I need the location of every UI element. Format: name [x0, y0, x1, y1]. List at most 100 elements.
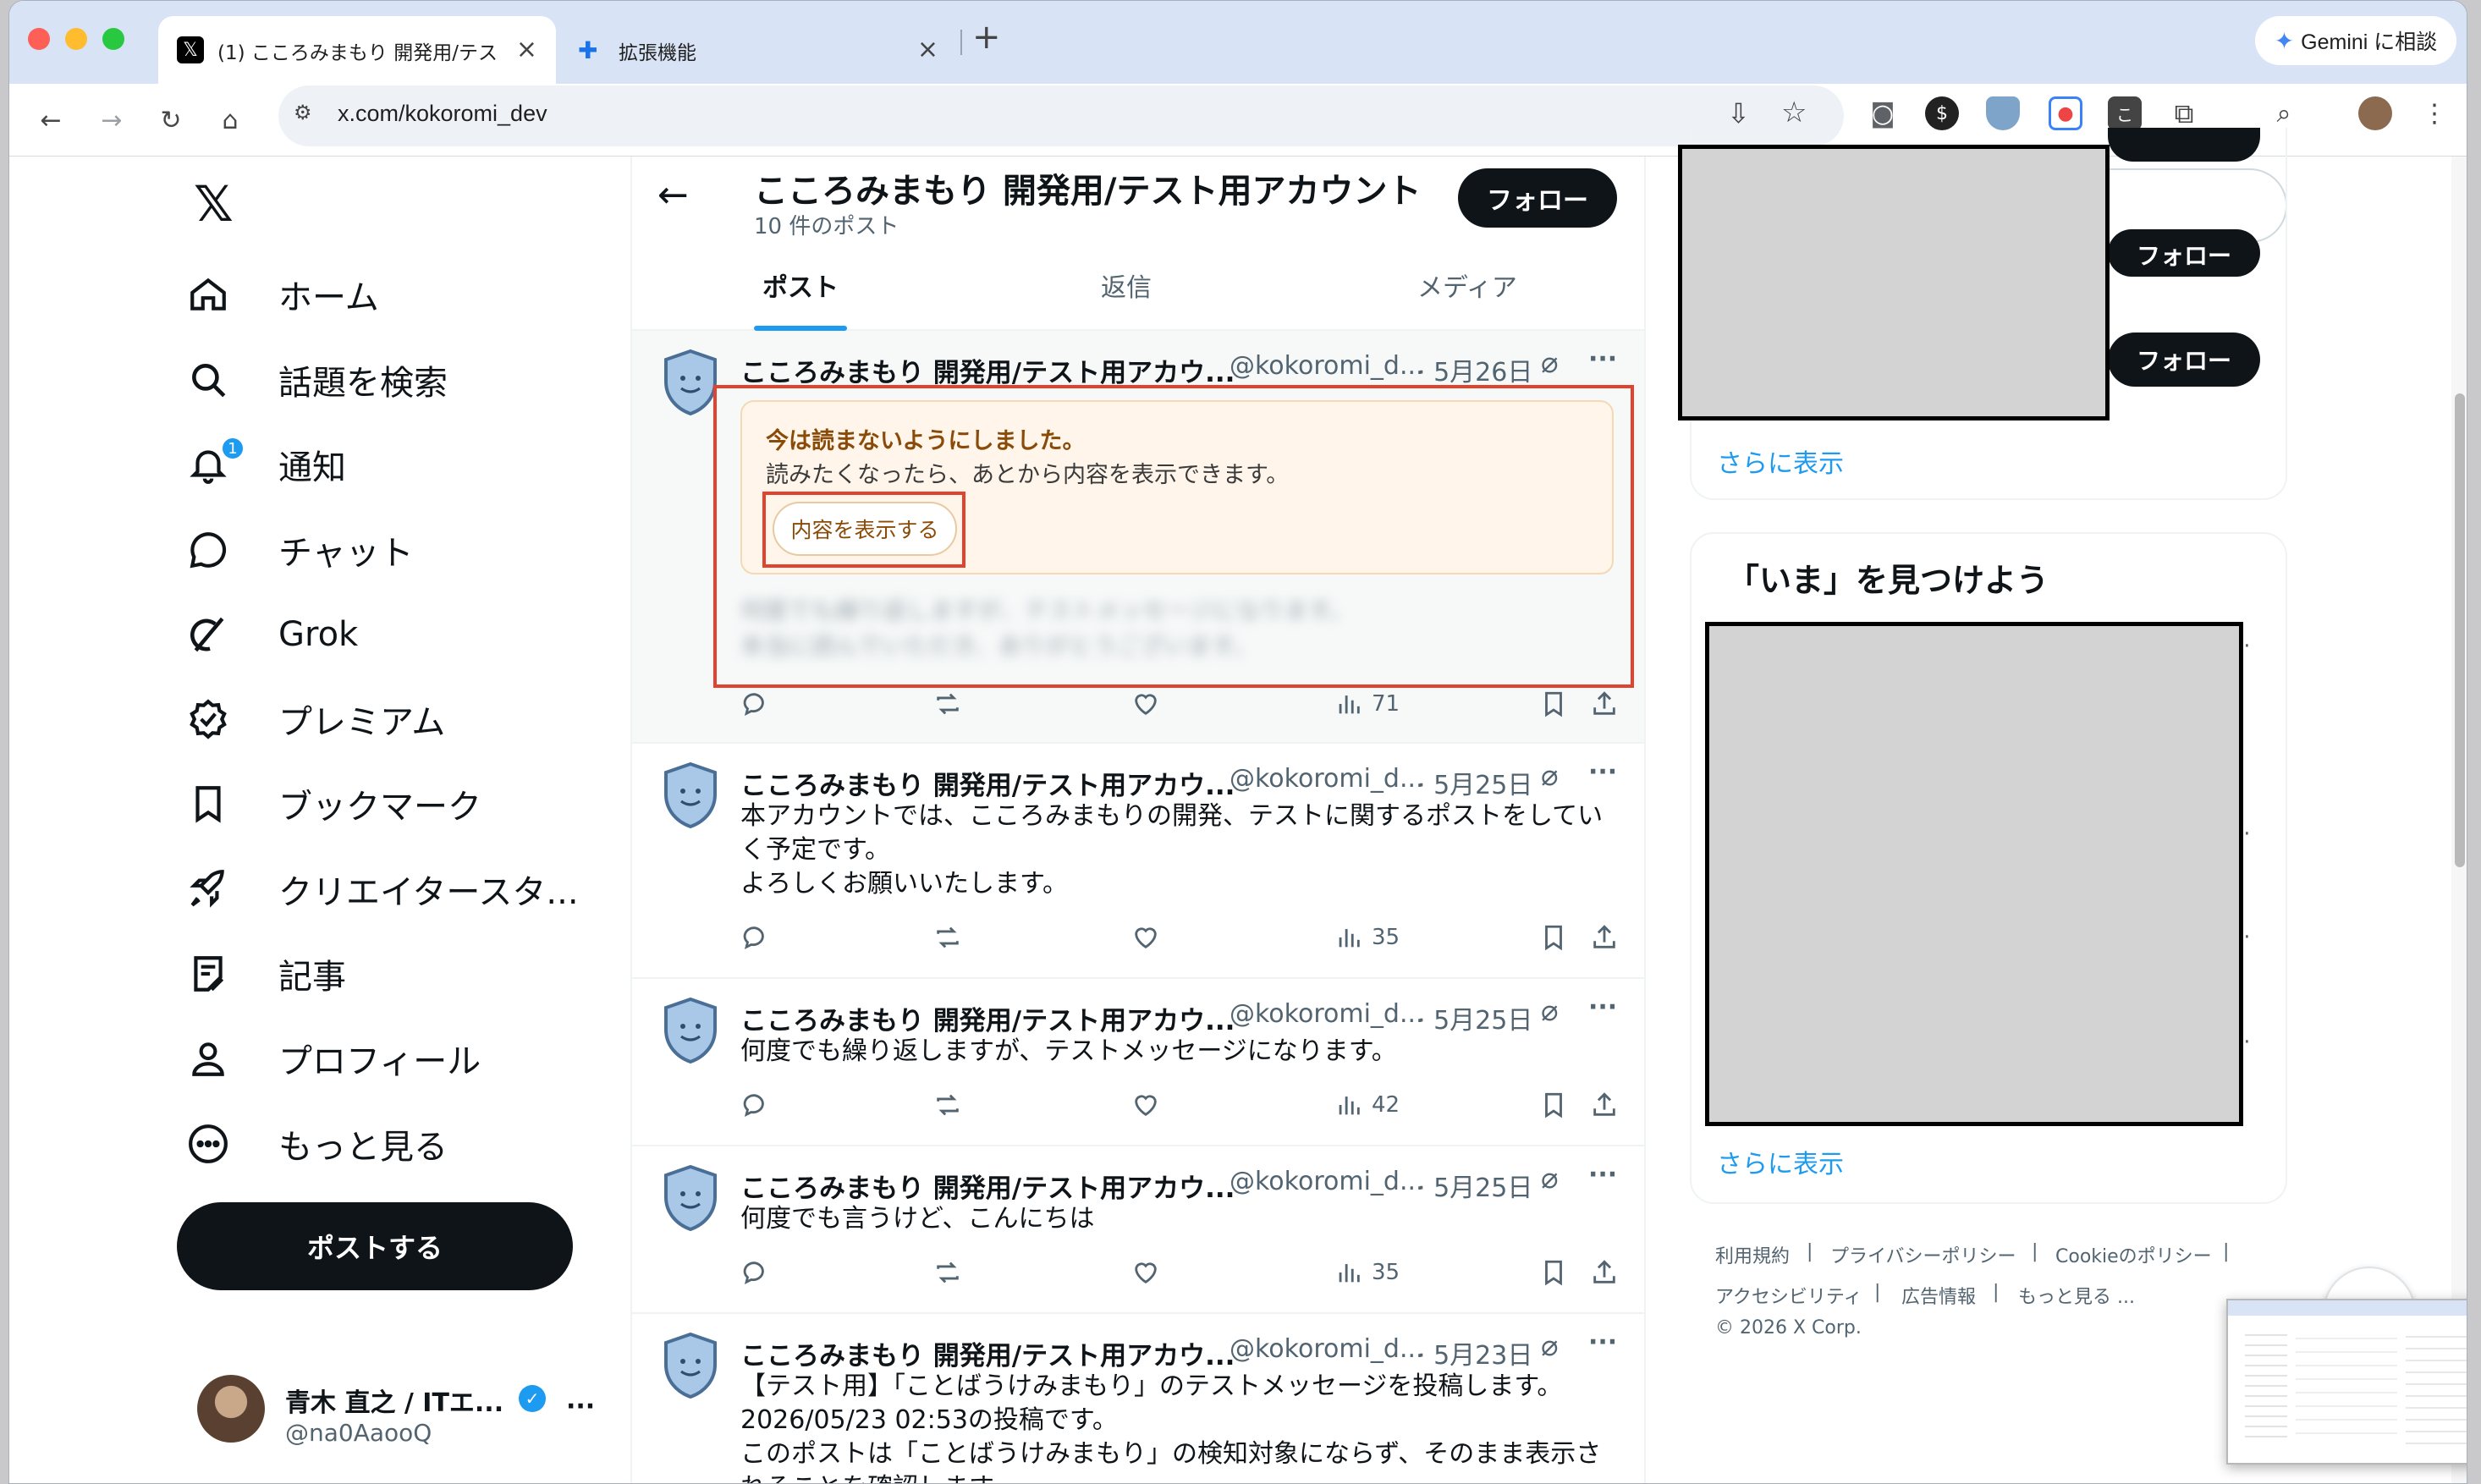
repost-icon[interactable] — [933, 1258, 962, 1287]
bookmark-tweet-icon[interactable] — [1539, 1258, 1568, 1287]
grok-tweet-icon[interactable]: ⌀ — [1541, 1162, 1558, 1195]
follow-button-partial[interactable]: フォロー — [2108, 229, 2260, 277]
repost-icon[interactable] — [933, 923, 962, 952]
tweet[interactable]: こころみまもり 開発用/テスト用アカウ... @kokoromi_d... · … — [632, 1146, 1644, 1314]
install-app-icon[interactable]: ⇩ — [1727, 97, 1750, 129]
maximize-window-button[interactable] — [102, 28, 124, 50]
site-info-icon[interactable]: ⚙ — [294, 101, 324, 131]
tweet-author-name[interactable]: こころみまもり 開発用/テスト用アカウ... — [740, 351, 1235, 389]
repost-icon[interactable] — [933, 690, 962, 718]
money-extension-icon[interactable]: $ — [1925, 96, 1959, 130]
grok-tweet-icon[interactable]: ⌀ — [1541, 346, 1558, 380]
browser-menu-icon[interactable]: ⋮ — [2418, 96, 2451, 130]
page-scrollbar[interactable] — [2451, 157, 2467, 1483]
tweet-author-name[interactable]: こころみまもり 開発用/テスト用アカウ... — [740, 1334, 1235, 1372]
bookmark-star-icon[interactable]: ☆ — [1781, 96, 1807, 129]
grok-tweet-icon[interactable]: ⌀ — [1541, 1329, 1558, 1363]
like-icon[interactable] — [1131, 690, 1160, 718]
nav-item-creator-studio[interactable]: クリエイタースタ... — [187, 860, 579, 919]
tweet-handle[interactable]: @kokoromi_d... — [1229, 1334, 1424, 1364]
tweet-handle[interactable]: @kokoromi_d... — [1229, 1167, 1424, 1196]
tweet-more-icon[interactable]: ··· — [1588, 344, 1617, 374]
tab-search-icon[interactable]: ⌕ — [2267, 96, 2301, 130]
footer-link[interactable]: 広告情報 — [1901, 1282, 1976, 1309]
back-icon[interactable]: ← — [28, 97, 74, 143]
footer-link[interactable]: アクセシビリティ — [1715, 1282, 1862, 1309]
follow-button-partial-top[interactable] — [2108, 128, 2260, 162]
camera-extension-icon[interactable]: ◙ — [1866, 96, 1900, 130]
tweet-date[interactable]: · 5月26日 — [1417, 351, 1532, 388]
tweet-handle[interactable]: @kokoromi_d... — [1229, 351, 1424, 381]
record-extension-icon[interactable]: ● — [2049, 96, 2082, 130]
browser-profile-avatar[interactable] — [2358, 96, 2392, 130]
nav-item-chat[interactable]: チャット — [187, 520, 414, 580]
reload-icon[interactable]: ↻ — [148, 97, 194, 143]
repost-icon[interactable] — [933, 1091, 962, 1119]
back-arrow-icon[interactable]: ← — [657, 173, 689, 217]
reply-icon[interactable] — [740, 1258, 769, 1287]
nav-item-explore[interactable]: 話題を検索 — [187, 350, 448, 409]
gemini-button[interactable]: ✦ Gemini に相談 — [2255, 16, 2456, 65]
tweet-more-icon[interactable]: ··· — [1588, 1327, 1617, 1357]
nav-item-home[interactable]: ホーム — [187, 265, 379, 324]
post-button[interactable]: ポストする — [177, 1202, 573, 1290]
tab-media[interactable]: メディア — [1307, 250, 1644, 331]
tweet-author-name[interactable]: こころみまもり 開発用/テスト用アカウ... — [740, 764, 1235, 802]
share-icon[interactable] — [1590, 1258, 1619, 1287]
views-stat[interactable]: 35 — [1334, 1258, 1400, 1287]
tab-extensions[interactable]: ✚ 拡張機能 × — [559, 16, 957, 84]
views-stat[interactable]: 42 — [1334, 1091, 1400, 1119]
nav-item-premium[interactable]: プレミアム — [187, 690, 445, 749]
tweet-more-icon[interactable]: ··· — [1588, 992, 1617, 1022]
account-switcher[interactable]: 青木 直之 / ITエ... ✓ @na0AaooQ ··· — [187, 1363, 610, 1448]
tweet-handle[interactable]: @kokoromi_d... — [1229, 999, 1424, 1029]
share-icon[interactable] — [1590, 1091, 1619, 1119]
footer-link[interactable]: プライバシーポリシー — [1830, 1241, 2016, 1268]
share-icon[interactable] — [1590, 690, 1619, 718]
x-logo-icon[interactable]: 𝕏 — [194, 175, 234, 233]
nav-item-bookmarks[interactable]: ブックマーク — [187, 774, 481, 833]
show-content-button[interactable]: 内容を表示する — [773, 502, 957, 556]
tweet-date[interactable]: · 5月25日 — [1417, 1167, 1532, 1204]
tweet-hidden[interactable]: こころみまもり 開発用/テスト用アカウ... @kokoromi_d... · … — [632, 331, 1644, 744]
share-icon[interactable] — [1590, 923, 1619, 952]
nav-item-notifications[interactable]: 1 通知 — [187, 435, 346, 494]
tab-x-profile[interactable]: 𝕏 (1) こころみまもり 開発用/テスト × — [158, 16, 556, 84]
show-more-link[interactable]: さらに表示 — [1717, 1143, 1844, 1180]
tweet[interactable]: こころみまもり 開発用/テスト用アカウ... @kokoromi_d... · … — [632, 744, 1644, 979]
minimize-window-button[interactable] — [65, 28, 87, 50]
footer-link[interactable]: もっと見る ... — [2018, 1282, 2135, 1309]
bookmark-tweet-icon[interactable] — [1539, 923, 1568, 952]
close-tab-icon[interactable]: × — [917, 35, 938, 64]
tweet-date[interactable]: · 5月25日 — [1417, 764, 1532, 801]
screenshot-thumbnail[interactable] — [2226, 1299, 2467, 1465]
footer-link[interactable]: 利用規約 — [1715, 1241, 1790, 1268]
tweet[interactable]: こころみまもり 開発用/テスト用アカウ... @kokoromi_d... · … — [632, 1314, 1644, 1483]
account-more-icon[interactable]: ··· — [566, 1392, 595, 1421]
like-icon[interactable] — [1131, 923, 1160, 952]
nav-item-profile[interactable]: プロフィール — [187, 1029, 481, 1088]
follow-button[interactable]: フォロー — [1458, 168, 1617, 228]
tweet-date[interactable]: · 5月25日 — [1417, 999, 1532, 1036]
reply-icon[interactable] — [740, 923, 769, 952]
tweet[interactable]: こころみまもり 開発用/テスト用アカウ... @kokoromi_d... · … — [632, 979, 1644, 1146]
like-icon[interactable] — [1131, 1258, 1160, 1287]
tab-replies[interactable]: 返信 — [971, 250, 1307, 331]
tab-posts[interactable]: ポスト — [632, 250, 971, 331]
views-stat[interactable]: 35 — [1334, 923, 1400, 952]
follow-button[interactable]: フォロー — [2108, 333, 2260, 387]
scrollbar-thumb[interactable] — [2455, 393, 2465, 867]
grok-tweet-icon[interactable]: ⌀ — [1541, 759, 1558, 793]
bookmark-tweet-icon[interactable] — [1539, 690, 1568, 718]
close-tab-icon[interactable]: × — [516, 35, 537, 64]
show-more-link[interactable]: さらに表示 — [1717, 442, 1844, 480]
bookmark-tweet-icon[interactable] — [1539, 1091, 1568, 1119]
nav-item-more[interactable]: もっと見る — [187, 1114, 448, 1173]
home-browser-icon[interactable]: ⌂ — [207, 97, 253, 143]
nav-item-grok[interactable]: Grok — [187, 605, 358, 664]
tweet-more-icon[interactable]: ··· — [1588, 757, 1617, 787]
kokoromi-extension-icon[interactable]: こ — [2108, 96, 2142, 130]
footer-link[interactable]: Cookieのポリシー — [2055, 1241, 2212, 1268]
tweet-date[interactable]: · 5月23日 — [1417, 1334, 1532, 1371]
shield-extension-icon[interactable] — [1986, 96, 2020, 130]
